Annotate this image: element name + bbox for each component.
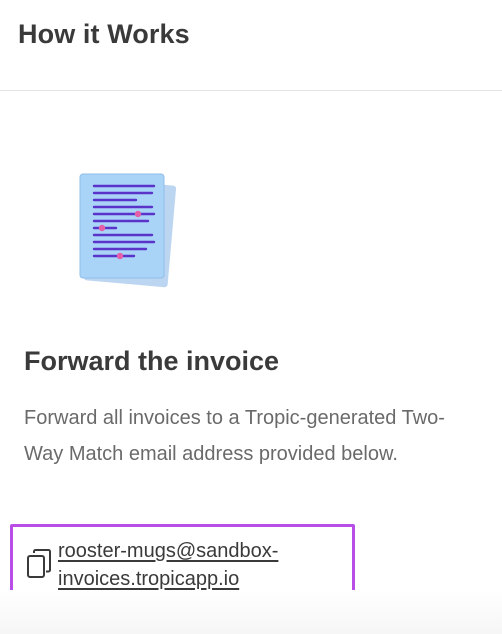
panel-header: How it Works	[0, 0, 502, 91]
email-line-2[interactable]: invoices.tropicapp.io	[58, 568, 239, 590]
step-description: Forward all invoices to a Tropic-generat…	[24, 407, 445, 465]
invoice-document-icon	[79, 173, 177, 288]
step-title: Forward the invoice	[24, 346, 280, 376]
email-line-1[interactable]: rooster-mugs@sandbox-	[58, 540, 278, 562]
how-it-works-panel: How it Works Forward the invoice Forward…	[0, 0, 502, 634]
bottom-fade	[0, 590, 502, 634]
forwarding-email-link[interactable]: rooster-mugs@sandbox- invoices.tropicapp…	[58, 537, 348, 593]
page-title: How it Works	[18, 19, 190, 49]
copy-email-button[interactable]: rooster-mugs@sandbox- invoices.tropicapp…	[10, 524, 355, 598]
copy-icon[interactable]	[26, 549, 52, 579]
